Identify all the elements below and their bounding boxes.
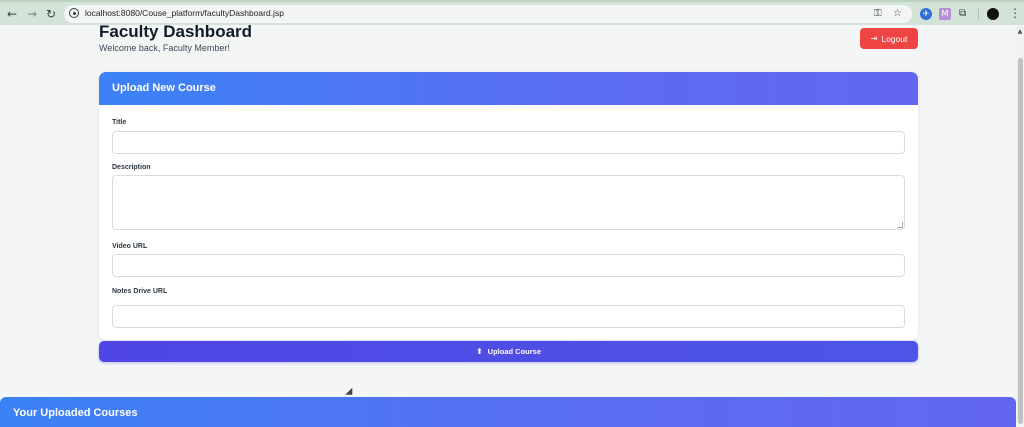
profile-avatar[interactable] [987,8,999,20]
extensions-puzzle-icon[interactable]: ⧉ [959,7,966,21]
title-label: Title [112,119,127,126]
scroll-up-arrow-icon[interactable]: ▲ [1016,28,1024,35]
video-url-input[interactable] [112,254,905,277]
upload-card-title: Upload New Course [112,82,216,94]
upload-course-card: Upload New Course Title Description Vide… [99,72,918,340]
forward-icon[interactable]: → [24,6,40,22]
browser-menu-icon[interactable]: ⋮ [1009,6,1021,20]
reload-icon[interactable]: ↻ [43,6,59,22]
description-label: Description [112,164,151,171]
uploaded-courses-header: Your Uploaded Courses [0,397,1016,427]
logout-label: Logout [881,33,908,44]
password-key-icon[interactable]: ⚿ [874,7,882,21]
toolbar-divider [978,8,979,20]
upload-card-header: Upload New Course [99,72,918,105]
logout-icon: ⇥ [870,34,878,43]
page-title: Faculty Dashboard [99,22,253,41]
notes-drive-url-input[interactable] [112,305,905,328]
address-url[interactable]: localhost:8080/Couse_platform/facultyDas… [85,8,284,18]
description-textarea[interactable] [112,175,905,230]
site-info-icon[interactable] [69,8,79,18]
title-input[interactable] [112,131,905,154]
uploaded-courses-title: Your Uploaded Courses [13,407,138,419]
resize-grip-icon[interactable] [897,222,903,228]
video-url-label: Video URL [112,243,148,250]
address-bar[interactable]: localhost:8080/Couse_platform/facultyDas… [64,5,912,23]
back-icon[interactable]: ← [4,6,20,22]
notes-drive-url-label: Notes Drive URL [112,288,168,295]
welcome-message: Welcome back, Faculty Member! [99,43,230,53]
extension-purple-icon[interactable]: M [939,8,951,20]
upload-icon: ⬆ [475,347,483,356]
logout-button[interactable]: ⇥ Logout [860,28,918,49]
scrollbar-thumb[interactable] [1018,58,1023,424]
bookmark-star-icon[interactable]: ☆ [893,7,902,21]
upload-course-label: Upload Course [487,347,542,356]
upload-course-button[interactable]: ⬆ Upload Course [99,341,918,362]
extension-blue-icon[interactable]: ✈ [920,8,932,20]
